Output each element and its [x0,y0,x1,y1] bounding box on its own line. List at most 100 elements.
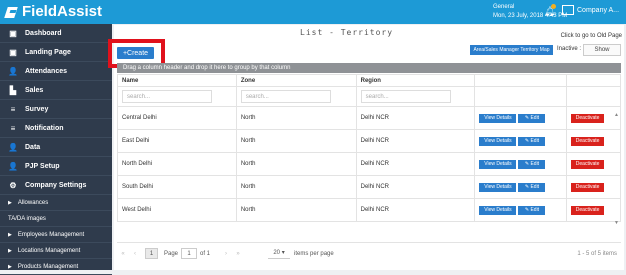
table-row: Central Delhi North Delhi NCR View Details ✎… [117,106,621,130]
column-header-name[interactable]: Name [117,74,237,87]
edit-label: Edit [530,206,540,213]
cell-zone: North [235,175,357,199]
sidebar-item-sales[interactable]: ▙ Sales [0,81,112,100]
sidebar-item-pjp-setup[interactable]: 👤 PJP Setup [0,157,112,176]
cell-region: Delhi NCR [355,106,476,130]
zone-filter-input[interactable]: search... [240,90,331,103]
cell-zone: North [235,152,357,176]
cell-region: Delhi NCR [355,129,476,153]
column-header-region[interactable]: Region [355,74,476,87]
view-details-button[interactable]: View Details [479,159,517,169]
sidebar-item-landing-page[interactable]: ▣ Landing Page [0,43,112,62]
region-filter-input[interactable]: search... [360,90,451,103]
cell-name: South Delhi [117,175,237,199]
chevron-right-icon: ▶ [8,199,12,206]
sidebar-item-label: Dashboard [25,29,62,37]
deactivate-button[interactable]: Deactivate [571,182,605,192]
edit-button[interactable]: ✎ Edit [518,136,546,146]
deactivate-button[interactable]: Deactivate [571,159,605,169]
survey-icon: ≡ [10,104,16,114]
cell-deactivate: Deactivate [566,175,621,199]
scroll-down-icon[interactable]: ▼ [614,220,619,226]
user-role: General [493,4,515,10]
old-page-link[interactable]: Click to go to Old Page [561,33,622,39]
page-number-input[interactable]: 1 [181,248,198,259]
view-details-button[interactable]: View Details [479,136,517,146]
cell-actions: View Details ✎ Edit [474,129,568,153]
sidebar-item-label: Data [25,143,41,151]
deactivate-button[interactable]: Deactivate [571,113,605,123]
sidebar-item-notification[interactable]: ≡ Notification [0,119,112,138]
sidebar-item-survey[interactable]: ≡ Survey [0,100,112,119]
cell-actions: View Details ✎ Edit [474,152,568,176]
edit-button[interactable]: ✎ Edit [518,113,546,123]
territory-table: Name Zone Region search... search... sea… [117,74,621,222]
dashboard-icon: ▣ [9,28,17,38]
sidebar-item-label: Company Settings [25,181,87,189]
cell-deactivate: Deactivate [566,129,621,153]
cell-name: Central Delhi [117,106,237,130]
user-icon: 👤 [8,66,18,76]
last-page-icon[interactable]: » [232,251,244,257]
edit-button[interactable]: ✎ Edit [518,205,546,215]
main-panel: List - Territory Click to go to Old Page… [108,25,624,270]
deactivate-button[interactable]: Deactivate [571,205,605,215]
edit-button[interactable]: ✎ Edit [518,159,546,169]
table-scrollbar[interactable]: ▲ ▼ [614,112,621,232]
name-filter-input[interactable]: search... [122,90,212,103]
sidebar-item-label: Landing Page [25,48,71,56]
sidebar-subitem-label: Products Management [17,263,79,270]
brand-logo[interactable]: FieldAssist [6,3,102,20]
sidebar-subitem-allowances[interactable]: ▶ Allowances [0,195,112,211]
deactivate-button[interactable]: Deactivate [571,136,605,146]
cell-deactivate: Deactivate [566,198,621,222]
column-header-zone[interactable]: Zone [235,74,357,87]
landing-page-icon: ▣ [9,47,17,57]
table-row: North Delhi North Delhi NCR View Details ✎ E… [117,152,621,176]
view-details-button[interactable]: View Details [479,205,517,215]
group-by-bar[interactable]: Drag a column header and drop it here to… [117,63,621,73]
sidebar-item-label: Notification [25,124,64,132]
sidebar-item-label: PJP Setup [25,162,60,170]
sidebar-subitem-ta-da-images[interactable]: TA/DA images [0,211,112,227]
company-icon [562,5,574,15]
settings-icon: ⚙ [9,180,17,190]
sidebar-item-attendances[interactable]: 👤 Attendances [0,62,112,81]
sidebar-subitem-label: Employees Management [17,231,85,238]
sidebar-subitem-locations-management[interactable]: ▶ Locations Management [0,243,112,259]
sidebar-item-data[interactable]: 👤 Data [0,138,112,157]
create-button[interactable]: +Create [117,47,154,59]
page-size-select[interactable]: 20 ▾ [268,248,291,259]
prev-page-icon[interactable]: ‹ [129,251,141,257]
sidebar-subitem-label: Allowances [17,199,49,206]
filter-row: search... search... search... [117,86,621,107]
show-inactive-button[interactable]: Show [583,44,621,56]
company-selector[interactable]: Company A... [562,5,619,15]
sidebar-item-company-settings[interactable]: ⚙ Company Settings [0,176,112,195]
cell-deactivate: Deactivate [566,152,621,176]
cell-zone: North [235,198,357,222]
sidebar-item-dashboard[interactable]: ▣ Dashboard [0,24,112,43]
sidebar-subitem-label: Locations Management [17,247,81,254]
territory-map-button[interactable]: Area/Sales Manager Territory Map [470,45,553,55]
edit-label: Edit [530,183,540,190]
cell-actions: View Details ✎ Edit [474,175,568,199]
scroll-up-icon[interactable]: ▲ [614,112,619,118]
next-page-icon[interactable]: › [220,251,232,257]
edit-label: Edit [530,160,540,167]
current-page-button[interactable]: 1 [145,248,158,259]
cell-region: Delhi NCR [355,175,476,199]
cell-name: East Delhi [117,129,237,153]
edit-label: Edit [530,114,540,121]
first-page-icon[interactable]: « [117,251,129,257]
chart-icon: ▙ [9,85,17,95]
view-details-button[interactable]: View Details [479,113,517,123]
sidebar-subitem-employees-management[interactable]: ▶ Employees Management [0,227,112,243]
sidebar: ▣ Dashboard ▣ Landing Page 👤 Attendances ▙ Sale… [0,24,112,275]
cell-deactivate: Deactivate [566,106,621,130]
current-datetime: Mon, 23 July, 2018 4:43 PM [493,13,568,19]
view-details-button[interactable]: View Details [479,182,517,192]
sidebar-subitem-products-management[interactable]: ▶ Products Management [0,259,112,275]
edit-button[interactable]: ✎ Edit [518,182,546,192]
cell-actions: View Details ✎ Edit [474,198,568,222]
